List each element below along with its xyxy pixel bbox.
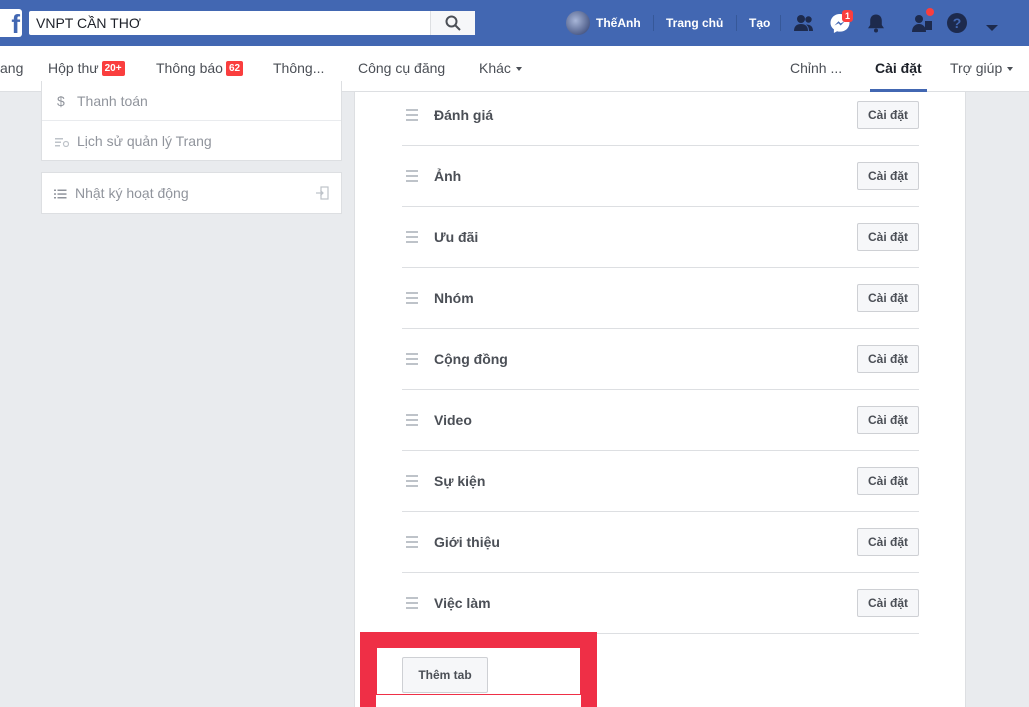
notifications-bell-icon[interactable] [865, 12, 887, 39]
sidebar-item-activity-log[interactable]: Nhật ký hoạt động [42, 173, 341, 213]
search-button[interactable] [430, 11, 475, 35]
profile-link[interactable]: ThếAnh [566, 11, 641, 35]
tab-notifications-label: Thông báo [156, 60, 223, 76]
history-list-icon [55, 121, 70, 161]
tab-row: Đánh giá Cài đặt [402, 92, 919, 146]
tab-inbox-label: Hộp thư [48, 60, 99, 76]
open-log-icon[interactable] [315, 173, 329, 213]
sidebar-item-label: Thanh toán [77, 93, 148, 109]
settings-sidebar-menu: $ Thanh toán Lịch sử quản lý Trang [41, 81, 342, 161]
help-icon[interactable]: ? [946, 12, 968, 39]
add-tab-button[interactable]: Thêm tab [402, 657, 488, 693]
tab-more-label: Khác [479, 60, 511, 76]
friend-requests-icon[interactable] [793, 12, 815, 39]
notifications-count-badge: 62 [225, 61, 244, 76]
drag-handle-icon[interactable] [406, 597, 418, 612]
top-bar: f ThếAnh Trang chủ Tạo 1 ? [0, 0, 1029, 46]
sidebar-item-payments[interactable]: $ Thanh toán [42, 81, 341, 121]
search-input[interactable] [29, 11, 429, 35]
tab-help-label: Trợ giúp [950, 60, 1003, 76]
tab-more[interactable]: Khác [479, 46, 522, 92]
page-community-icon[interactable] [910, 8, 934, 39]
svg-text:?: ? [953, 15, 962, 31]
tab-row: Sự kiện Cài đặt [402, 451, 919, 512]
tab-name: Giới thiệu [434, 534, 500, 550]
chevron-down-icon [1007, 67, 1014, 71]
drag-handle-icon[interactable] [406, 231, 418, 246]
tab-settings-button[interactable]: Cài đặt [857, 223, 919, 251]
tab-name: Ảnh [434, 168, 462, 184]
drag-handle-icon[interactable] [406, 353, 418, 368]
tab-name: Nhóm [434, 290, 474, 306]
tab-help[interactable]: Trợ giúp [950, 46, 1014, 92]
tab-settings-button[interactable]: Cài đặt [857, 589, 919, 617]
tab-edit-page-info[interactable]: Chỉnh ... [790, 46, 842, 92]
tab-name: Cộng đồng [434, 351, 508, 367]
divider [780, 15, 781, 31]
dollar-icon: $ [57, 93, 65, 109]
sidebar-item-label: Nhật ký hoạt động [75, 185, 189, 201]
tab-name: Ưu đãi [434, 229, 479, 245]
drag-handle-icon[interactable] [406, 292, 418, 307]
tab-settings[interactable]: Cài đặt [875, 46, 922, 92]
tab-settings-button[interactable]: Cài đặt [857, 345, 919, 373]
tab-settings-button[interactable]: Cài đặt [857, 528, 919, 556]
notification-dot [926, 8, 934, 16]
tab-name: Việc làm [434, 595, 491, 611]
tab-publishing-tools[interactable]: Công cụ đăng [358, 46, 445, 92]
tab-settings-button[interactable]: Cài đặt [857, 162, 919, 190]
drag-handle-icon[interactable] [406, 414, 418, 429]
account-menu-chevron-down-icon[interactable] [985, 19, 999, 37]
search-box [29, 11, 475, 35]
divider [653, 15, 654, 31]
messenger-icon[interactable]: 1 [829, 10, 854, 39]
avatar [566, 11, 590, 35]
facebook-logo-icon[interactable]: f [0, 9, 22, 39]
search-icon [445, 15, 461, 31]
create-link[interactable]: Tạo [749, 16, 770, 30]
tab-settings-button[interactable]: Cài đặt [857, 101, 919, 129]
sidebar-item-page-history[interactable]: Lịch sử quản lý Trang [42, 121, 341, 161]
drag-handle-icon[interactable] [406, 536, 418, 551]
list-icon [54, 173, 67, 213]
tab-row: Cộng đồng Cài đặt [402, 329, 919, 390]
tab-settings-button[interactable]: Cài đặt [857, 467, 919, 495]
sidebar-item-label: Lịch sử quản lý Trang [77, 133, 212, 149]
drag-handle-icon[interactable] [406, 109, 418, 124]
messages-badge: 1 [842, 10, 854, 22]
chevron-down-icon [515, 67, 522, 71]
tab-name: Sự kiện [434, 473, 486, 489]
tab-row: Ưu đãi Cài đặt [402, 207, 919, 268]
tab-name: Video [434, 412, 472, 428]
tabs-settings-panel: Đánh giá Cài đặt Ảnh Cài đặt Ưu đãi Cài … [354, 92, 966, 707]
tab-settings-button[interactable]: Cài đặt [857, 284, 919, 312]
tab-row: Nhóm Cài đặt [402, 268, 919, 329]
profile-name: ThếAnh [596, 16, 641, 30]
home-link[interactable]: Trang chủ [666, 16, 723, 30]
tab-name: Đánh giá [434, 107, 494, 123]
inbox-count-badge: 20+ [101, 61, 125, 76]
drag-handle-icon[interactable] [406, 170, 418, 185]
tab-settings-button[interactable]: Cài đặt [857, 406, 919, 434]
tab-row: Giới thiệu Cài đặt [402, 512, 919, 573]
drag-handle-icon[interactable] [406, 475, 418, 490]
tab-row: Việc làm Cài đặt [402, 573, 919, 634]
tab-page[interactable]: ang [0, 46, 23, 92]
tab-row: Video Cài đặt [402, 390, 919, 451]
tab-row: Ảnh Cài đặt [402, 146, 919, 207]
activity-log-box: Nhật ký hoạt động [41, 172, 342, 214]
divider [736, 15, 737, 31]
